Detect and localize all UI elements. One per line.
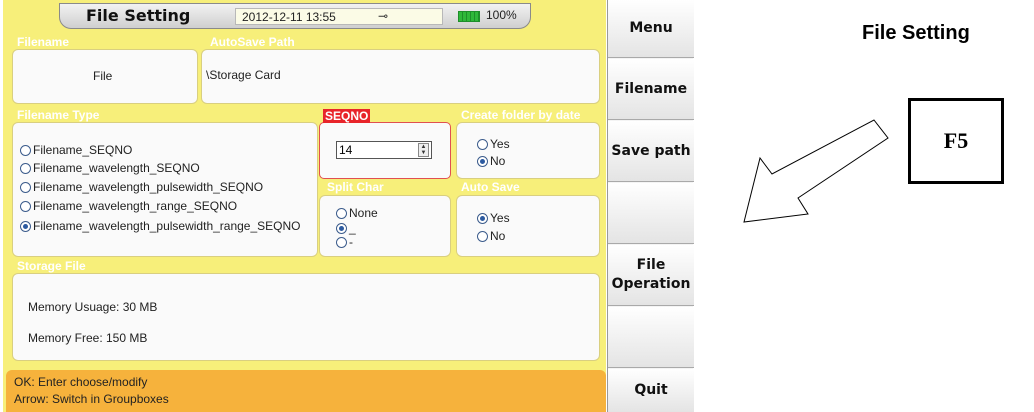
radio-icon bbox=[336, 207, 347, 219]
split-char-none[interactable]: None bbox=[336, 206, 378, 220]
split-char-underscore[interactable]: _ bbox=[336, 221, 356, 235]
storage-file-group: Memory Usuage: 30 MB Memory Free: 150 MB bbox=[12, 273, 600, 361]
seqno-label: SEQNO bbox=[323, 109, 371, 123]
auto-save-yes[interactable]: Yes bbox=[477, 211, 510, 225]
auto-save-no[interactable]: No bbox=[477, 229, 505, 243]
create-folder-group: Yes No bbox=[456, 122, 600, 179]
filename-type-option[interactable]: Filename_wavelength_pulsewidth_range_SEQ… bbox=[20, 219, 301, 233]
radio-icon bbox=[20, 200, 31, 212]
storage-file-label: Storage File bbox=[17, 259, 86, 273]
auto-save-label: Auto Save bbox=[461, 180, 520, 194]
file-operation-button[interactable]: File Operation bbox=[608, 245, 694, 306]
radio-selected-icon bbox=[20, 220, 31, 232]
radio-icon bbox=[20, 144, 31, 156]
filename-type-group: Filename_SEQNO Filename_wavelength_SEQNO… bbox=[12, 122, 318, 257]
datetime-display: 2012-12-11 13:55 bbox=[235, 8, 443, 25]
filename-type-option[interactable]: Filename_wavelength_pulsewidth_SEQNO bbox=[20, 180, 263, 194]
softkey-sidebar: Menu Filename Save path File Operation Q… bbox=[607, 0, 694, 412]
filename-label: Filename bbox=[17, 35, 70, 49]
filename-value: File bbox=[93, 69, 113, 83]
auto-save-group: Yes No bbox=[456, 195, 600, 257]
filename-type-option[interactable]: Filename_wavelength_SEQNO bbox=[20, 161, 200, 175]
memory-free: Memory Free: 150 MB bbox=[28, 331, 148, 345]
f5-key-box: F5 bbox=[908, 98, 1004, 184]
memory-usage: Memory Usuage: 30 MB bbox=[28, 300, 158, 314]
seqno-input[interactable]: 14 ▲ ▼ bbox=[336, 141, 432, 159]
status-bar: File Setting 2012-12-11 13:55 ⊸ 100% bbox=[59, 3, 531, 29]
empty-softkey-1[interactable] bbox=[608, 183, 694, 244]
device-screen: File Setting 2012-12-11 13:55 ⊸ 100% Fil… bbox=[3, 0, 694, 412]
split-char-dash[interactable]: - bbox=[336, 235, 353, 249]
autosave-path-field[interactable]: \Storage Card bbox=[201, 49, 600, 104]
filename-type-option[interactable]: Filename_SEQNO bbox=[20, 143, 132, 157]
page-title: File Setting bbox=[86, 6, 191, 25]
radio-selected-icon bbox=[477, 212, 488, 224]
help-footer: OK: Enter choose/modify Arrow: Switch in… bbox=[6, 370, 606, 412]
file-setting-panel: File Setting 2012-12-11 13:55 ⊸ 100% Fil… bbox=[3, 0, 606, 412]
radio-icon bbox=[477, 138, 488, 150]
filename-field[interactable]: File bbox=[12, 49, 198, 104]
help-line-1: OK: Enter choose/modify bbox=[14, 375, 148, 389]
radio-icon bbox=[20, 162, 31, 174]
seqno-group: 14 ▲ ▼ bbox=[319, 122, 451, 179]
radio-icon bbox=[20, 181, 31, 193]
quit-button[interactable]: Quit bbox=[608, 369, 694, 412]
create-folder-yes[interactable]: Yes bbox=[477, 137, 510, 151]
filename-type-option[interactable]: Filename_wavelength_range_SEQNO bbox=[20, 199, 237, 213]
filename-type-label: Filename Type bbox=[17, 108, 100, 122]
autosave-path-value: \Storage Card bbox=[206, 68, 281, 82]
menu-button[interactable]: Menu bbox=[608, 0, 694, 58]
radio-icon bbox=[336, 236, 347, 248]
plug-icon: ⊸ bbox=[378, 9, 389, 23]
split-char-label: Split Char bbox=[327, 180, 384, 194]
autosave-path-label: AutoSave Path bbox=[210, 35, 295, 49]
filename-button[interactable]: Filename bbox=[608, 59, 694, 120]
create-folder-label: Create folder by date bbox=[461, 108, 581, 122]
create-folder-no[interactable]: No bbox=[477, 154, 505, 168]
battery-icon bbox=[458, 11, 480, 22]
arrow-icon bbox=[743, 119, 889, 223]
empty-softkey-2[interactable] bbox=[608, 307, 694, 368]
radio-selected-icon bbox=[336, 222, 347, 234]
spin-arrows-icon[interactable]: ▲ ▼ bbox=[418, 143, 429, 157]
split-char-group: None _ - bbox=[319, 195, 451, 257]
battery-level: 100% bbox=[486, 8, 517, 22]
radio-selected-icon bbox=[477, 155, 488, 167]
help-line-2: Arrow: Switch in Groupboxes bbox=[14, 392, 169, 406]
save-path-button[interactable]: Save path bbox=[608, 121, 694, 182]
radio-icon bbox=[477, 230, 488, 242]
annotation-title: File Setting bbox=[862, 22, 970, 44]
